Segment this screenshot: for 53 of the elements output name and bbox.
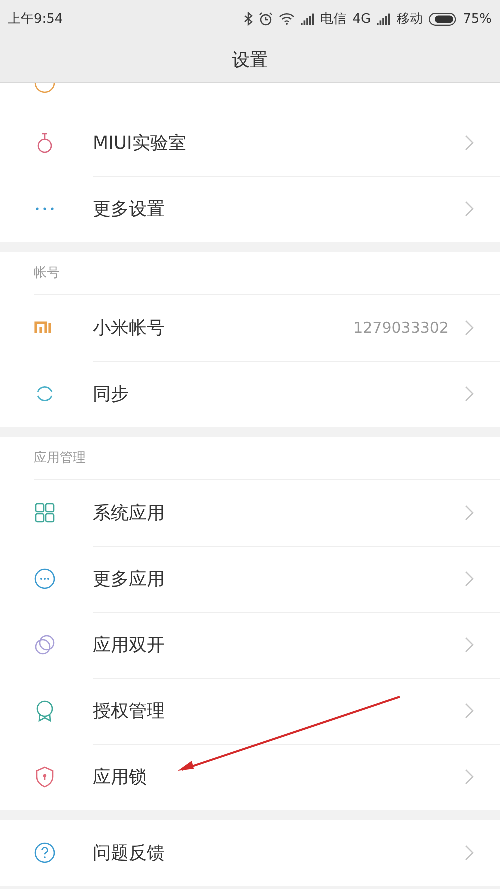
settings-item[interactable]: 更多设置 xyxy=(0,176,500,242)
more-icon xyxy=(34,207,56,211)
battery-percent: 75% xyxy=(463,12,492,26)
item-value: 1279033302 xyxy=(354,318,449,336)
settings-item[interactable]: 同步 xyxy=(0,361,500,427)
item-label: 更多应用 xyxy=(93,568,166,590)
carrier-name: 移动 xyxy=(397,11,424,28)
item-label: 同步 xyxy=(93,383,130,406)
signal-icon xyxy=(377,13,392,25)
chevron-icon xyxy=(465,570,474,586)
alarm-icon xyxy=(258,12,273,26)
page-title: 设置 xyxy=(232,49,268,72)
ring-icon xyxy=(34,83,56,95)
item-label: 应用双开 xyxy=(93,634,166,656)
carrier-name: 电信 xyxy=(320,11,347,28)
chevron-icon xyxy=(465,320,474,336)
settings-item[interactable]: MIUI实验室 xyxy=(0,110,500,176)
chevron-icon xyxy=(465,769,474,785)
network-type: 4G xyxy=(352,12,372,26)
item-label: 系统应用 xyxy=(93,502,166,524)
section-heading: 帐号 xyxy=(34,265,60,282)
chevron-icon xyxy=(465,134,474,150)
ribbon-icon xyxy=(34,700,56,722)
grid-icon xyxy=(34,502,56,524)
dots-circle-icon xyxy=(34,568,56,590)
wifi-icon xyxy=(278,13,295,25)
settings-item[interactable]: 小米帐号 1279033302 xyxy=(0,295,500,361)
chevron-icon xyxy=(465,636,474,652)
chevron-icon xyxy=(465,386,474,402)
signal-icon xyxy=(300,13,315,25)
item-label: 应用锁 xyxy=(93,766,148,789)
item-label: 授权管理 xyxy=(93,700,166,722)
settings-item[interactable]: 应用双开 xyxy=(0,612,500,678)
item-label: MIUI实验室 xyxy=(93,132,188,154)
section-heading: 应用管理 xyxy=(34,450,86,467)
item-label: 更多设置 xyxy=(93,198,166,221)
settings-item[interactable]: 授权管理 xyxy=(0,678,500,744)
chevron-icon xyxy=(465,845,474,861)
chevron-icon xyxy=(465,702,474,718)
help-icon xyxy=(34,842,56,864)
settings-item[interactable]: 问题反馈 xyxy=(0,820,500,886)
settings-item[interactable]: 更多应用 xyxy=(0,546,500,612)
item-label: 问题反馈 xyxy=(93,842,166,865)
clock: 上午9:54 xyxy=(8,11,64,28)
settings-item[interactable]: 系统应用 xyxy=(0,480,500,546)
chevron-icon xyxy=(465,504,474,520)
shield-icon xyxy=(34,766,56,788)
chevron-icon xyxy=(465,201,474,217)
overlapping-circles-icon xyxy=(34,634,56,656)
settings-item[interactable]: 应用锁 xyxy=(0,744,500,810)
battery-icon xyxy=(429,12,458,26)
item-label: 小米帐号 xyxy=(93,316,166,340)
bluetooth-icon xyxy=(244,12,253,26)
